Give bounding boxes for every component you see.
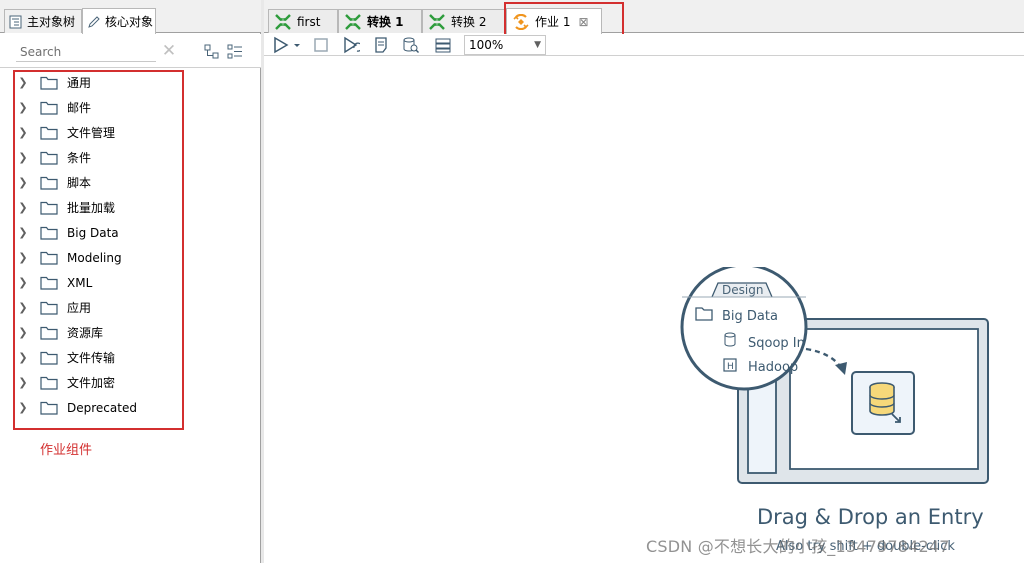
chevron-down-icon: ▼ xyxy=(534,40,541,50)
collapse-tree-icon[interactable] xyxy=(203,43,221,61)
explore-database-icon[interactable] xyxy=(434,36,452,54)
tab-transformation-1[interactable]: 转换 1 xyxy=(338,9,422,33)
tab-transformation-2[interactable]: 转换 2 xyxy=(422,9,506,33)
run-options-dropdown-icon[interactable] xyxy=(292,36,302,54)
editor-toolbar: 100% ▼ xyxy=(264,34,1024,56)
verify-script-icon[interactable] xyxy=(372,36,390,54)
svg-text:H: H xyxy=(727,362,734,372)
left-toolbar: ✕ xyxy=(0,34,261,68)
expand-list-icon[interactable] xyxy=(226,43,244,61)
sql-inspect-icon[interactable] xyxy=(402,36,420,54)
zoom-select[interactable]: 100% ▼ xyxy=(464,35,546,55)
stop-icon[interactable] xyxy=(312,36,330,54)
tab-main-object-tree[interactable]: 主对象树 xyxy=(4,9,82,33)
pencil-icon xyxy=(87,15,101,29)
tab-label: 转换 1 xyxy=(367,15,404,29)
transformation-icon xyxy=(429,13,445,30)
replay-icon[interactable] xyxy=(342,36,363,54)
annotation-label: 作业组件 xyxy=(40,443,93,458)
drag-drop-illustration: Design Big Data Sqoop In H Hadoop xyxy=(680,267,989,484)
tree-icon xyxy=(9,15,23,29)
editor-area: first 转换 1 转换 2 作业 1 ⊠ 100% ▼ Design Big… xyxy=(264,0,1024,563)
transformation-icon xyxy=(275,13,291,30)
editor-tabbar: first 转换 1 转换 2 作业 1 ⊠ xyxy=(264,0,1024,34)
run-icon[interactable] xyxy=(272,36,290,54)
design-tab-label: Design xyxy=(722,283,763,297)
transformation-icon xyxy=(345,13,361,30)
tab-label: 转换 2 xyxy=(451,15,487,29)
tab-label: 核心对象 xyxy=(105,15,154,29)
highlight-box xyxy=(13,70,184,430)
tab-label: first xyxy=(297,14,321,29)
hadoop-label: Hadoop xyxy=(748,360,798,375)
tab-core-objects[interactable]: 核心对象 xyxy=(82,8,156,34)
tab-first[interactable]: first xyxy=(268,9,338,33)
search-input[interactable] xyxy=(16,42,156,62)
tab-label: 主对象树 xyxy=(27,15,76,29)
left-panel: 主对象树 核心对象 ✕ ❯通用❯邮件❯文件管理❯条件❯脚本❯批量加载❯Big D… xyxy=(0,0,261,563)
sqoop-label: Sqoop In xyxy=(748,336,805,351)
left-tabbar: 主对象树 核心对象 xyxy=(0,0,261,34)
zoom-value: 100% xyxy=(469,38,504,52)
watermark: CSDN @不想长大的小孩_13479784247 xyxy=(646,537,950,556)
folder-label: Big Data xyxy=(722,309,778,324)
job-canvas[interactable]: Design Big Data Sqoop In H Hadoop Drag &… xyxy=(264,57,1024,563)
clear-search-icon[interactable]: ✕ xyxy=(160,42,178,60)
drag-drop-title: Drag & Drop an Entry xyxy=(757,505,984,529)
